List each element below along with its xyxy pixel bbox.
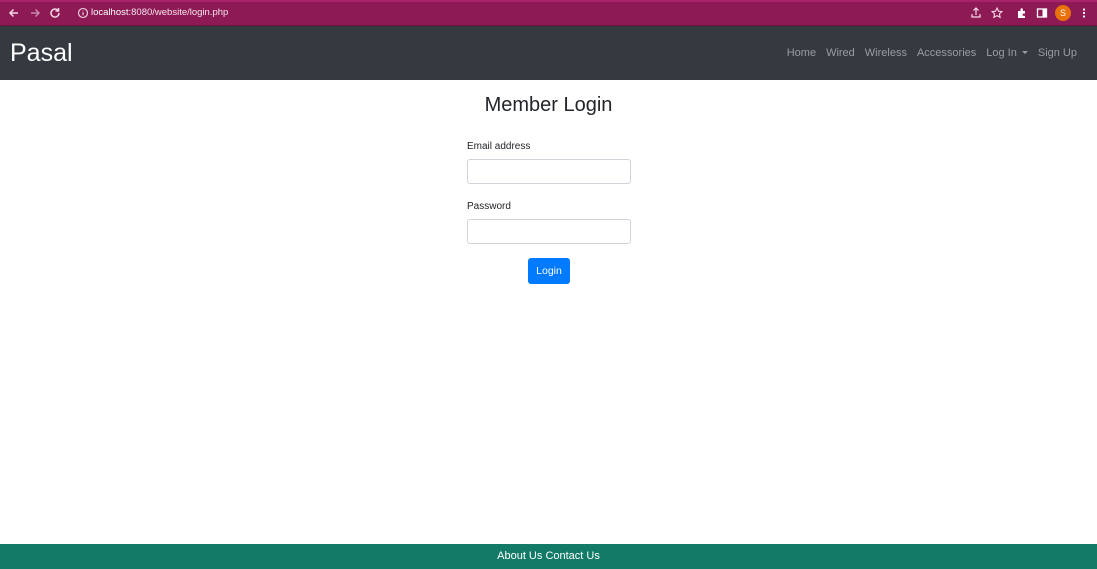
password-field[interactable] [467,219,631,244]
back-icon[interactable] [6,5,22,21]
nav-wired[interactable]: Wired [821,45,860,61]
url-host: localhost [91,7,129,18]
tab-strip-edge [0,0,1097,2]
nav-accessories[interactable]: Accessories [912,45,981,61]
menu-icon[interactable] [1076,5,1092,21]
nav-wireless[interactable]: Wireless [860,45,912,61]
nav-login-dropdown[interactable]: Log In [981,45,1033,61]
footer-contact-us[interactable]: Contact Us [545,550,599,562]
email-field[interactable] [467,159,631,184]
reload-icon[interactable] [47,5,63,21]
nav-home[interactable]: Home [782,45,821,61]
nav-links: Home Wired Wireless Accessories Log In S… [782,45,1082,61]
email-label: Email address [467,141,531,152]
url-text: localhost:8080/website/login.php [91,6,228,20]
url-path: :8080/website/login.php [128,7,229,18]
password-label: Password [467,201,511,212]
extensions-icon[interactable] [1014,5,1030,21]
side-panel-icon[interactable] [1034,5,1050,21]
profile-avatar[interactable]: S [1055,5,1071,21]
footer: About Us Contact Us [0,544,1097,569]
info-icon[interactable] [76,6,90,20]
brand-logo[interactable]: Pasal [10,38,73,68]
share-icon[interactable] [968,5,984,21]
browser-toolbar: localhost:8080/website/login.php S [0,0,1097,26]
nav-login-label: Log In [986,47,1017,59]
footer-about-us[interactable]: About Us [497,550,542,562]
star-icon[interactable] [989,5,1005,21]
login-button[interactable]: Login [528,258,570,284]
page-title: Member Login [484,94,613,116]
forward-icon[interactable] [27,5,43,21]
address-bar[interactable]: localhost:8080/website/login.php [70,3,990,23]
site-navbar: Pasal Home Wired Wireless Accessories Lo… [0,26,1097,80]
nav-signup[interactable]: Sign Up [1033,45,1082,61]
caret-down-icon [1021,51,1028,54]
